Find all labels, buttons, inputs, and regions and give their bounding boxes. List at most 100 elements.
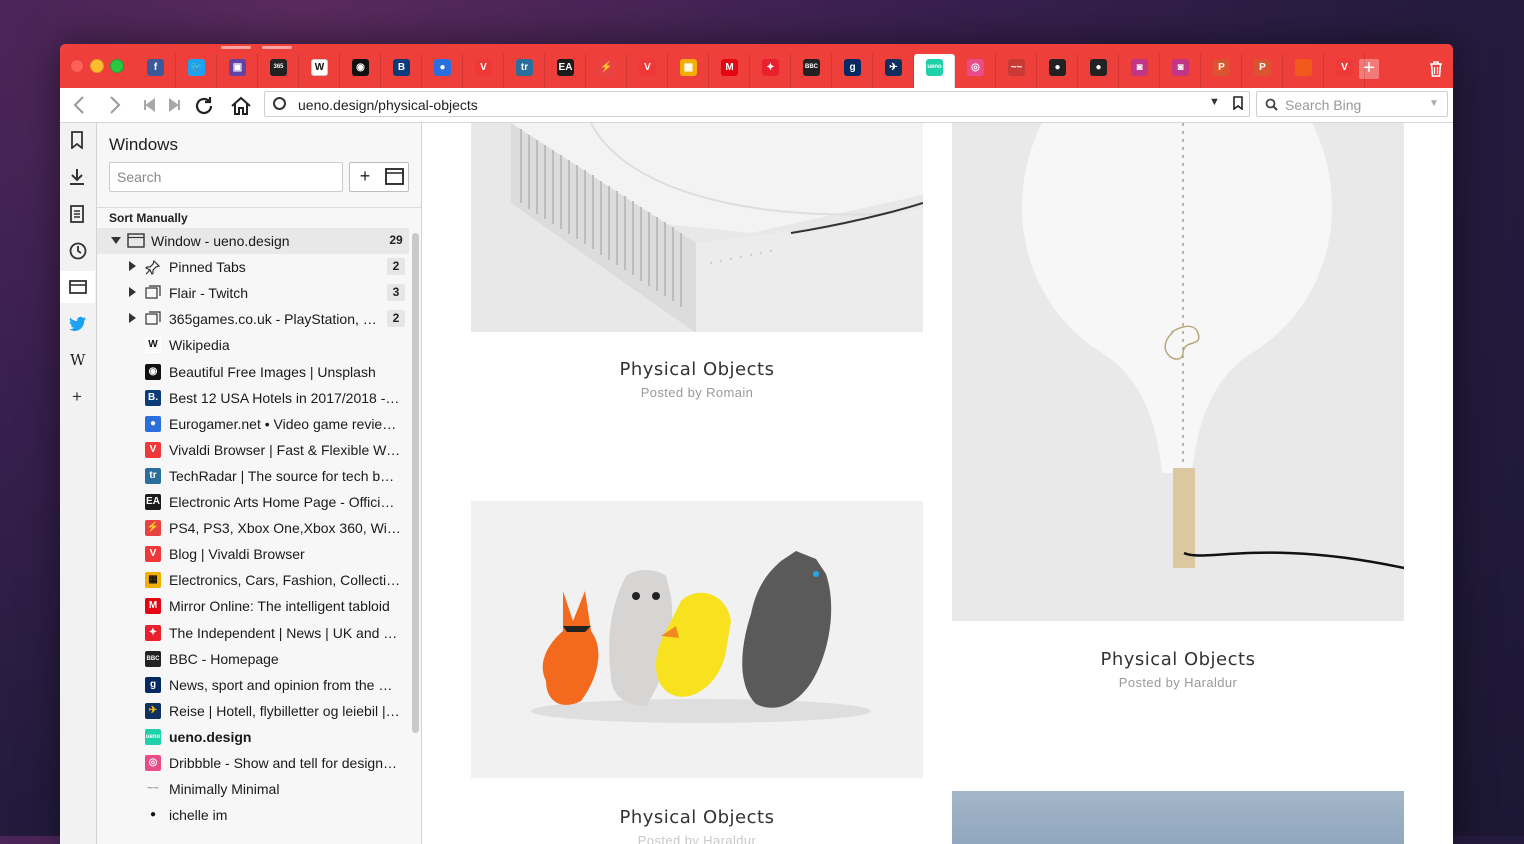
maximize-window-button[interactable] bbox=[110, 59, 124, 73]
collapse-arrow-icon[interactable] bbox=[111, 237, 121, 244]
tab-29[interactable]: V bbox=[1324, 54, 1365, 88]
tab-3[interactable]: 365 bbox=[258, 46, 299, 88]
tab-6[interactable]: B bbox=[381, 54, 422, 88]
tab-row[interactable]: ◎ Dribbble - Show and tell for designers bbox=[97, 750, 409, 776]
speaker-product-image[interactable] bbox=[471, 123, 931, 333]
tab-row[interactable]: M Mirror Online: The intelligent tabloid bbox=[97, 593, 409, 619]
site-info-icon[interactable] bbox=[273, 97, 286, 110]
card-title[interactable]: Physical Objects bbox=[952, 649, 1404, 670]
expand-arrow-icon[interactable] bbox=[129, 313, 136, 324]
tab-group-row[interactable]: 365games.co.uk - PlayStation, Xbox One, … bbox=[97, 306, 409, 332]
tab-11[interactable]: ⚡ bbox=[586, 54, 627, 88]
minimize-window-button[interactable] bbox=[90, 59, 104, 73]
tab-2[interactable]: ▣ bbox=[217, 46, 258, 88]
window-row[interactable]: Window - ueno.design 29 bbox=[97, 228, 409, 254]
card-author[interactable]: Posted by Haraldur bbox=[952, 675, 1404, 690]
tab-4[interactable]: W bbox=[299, 54, 340, 88]
tab-row[interactable]: V Blog | Vivaldi Browser bbox=[97, 541, 409, 567]
downloads-panel-icon[interactable] bbox=[60, 160, 95, 192]
notes-panel-icon[interactable] bbox=[60, 197, 95, 229]
tab-row[interactable]: BBC BBC - Homepage bbox=[97, 646, 409, 672]
tab-18[interactable]: ✈ bbox=[873, 54, 914, 88]
lamp-product-image[interactable] bbox=[952, 123, 1405, 621]
tab-row[interactable]: ● ichelle im bbox=[97, 802, 409, 828]
home-icon[interactable] bbox=[230, 95, 252, 115]
expand-arrow-icon[interactable] bbox=[129, 261, 136, 272]
tab-21[interactable]: ~~ bbox=[996, 54, 1037, 88]
plush-toys-image[interactable] bbox=[471, 501, 923, 778]
url-text[interactable]: ueno.design/physical-objects bbox=[298, 97, 478, 113]
tab-row[interactable]: ▦ Electronics, Cars, Fashion, Collectible… bbox=[97, 567, 409, 593]
panel-search-input[interactable] bbox=[117, 169, 337, 185]
tab-row[interactable]: ⚡ PS4, PS3, Xbox One,Xbox 360, Wii, PC Ga… bbox=[97, 515, 409, 541]
tab-12[interactable]: V bbox=[627, 54, 668, 88]
add-web-panel-button[interactable]: + bbox=[60, 382, 95, 414]
tab-row[interactable]: W Wikipedia bbox=[97, 332, 409, 358]
tab-row[interactable]: g News, sport and opinion from the Guardi… bbox=[97, 672, 409, 698]
tab-19[interactable]: ueno bbox=[914, 54, 955, 88]
forward-button[interactable] bbox=[104, 95, 126, 115]
tab-13[interactable]: ▦ bbox=[668, 54, 709, 88]
card-title[interactable]: Physical Objects bbox=[471, 807, 923, 828]
tab-27[interactable]: P bbox=[1242, 54, 1283, 88]
tab-16[interactable]: BBC bbox=[791, 54, 832, 88]
bookmarks-panel-icon[interactable] bbox=[60, 123, 95, 155]
tab-row[interactable]: ✦ The Independent | News | UK and World N… bbox=[97, 620, 409, 646]
card-author[interactable]: Posted by Romain bbox=[471, 385, 923, 400]
panel-search-field[interactable] bbox=[109, 162, 343, 192]
wikipedia-icon: W bbox=[311, 59, 328, 76]
tab-10[interactable]: EA bbox=[545, 54, 586, 88]
url-dropdown-icon[interactable]: ▼ bbox=[1209, 96, 1220, 108]
trash-icon[interactable] bbox=[1427, 60, 1445, 78]
history-panel-icon[interactable] bbox=[60, 234, 95, 266]
tab-22[interactable]: ● bbox=[1037, 54, 1078, 88]
tab-23[interactable]: ● bbox=[1078, 54, 1119, 88]
window-view-icon[interactable] bbox=[380, 163, 409, 191]
card-title[interactable]: Physical Objects bbox=[471, 359, 923, 380]
tab-group-row[interactable]: Flair - Twitch 3 bbox=[97, 280, 409, 306]
tab-row[interactable]: ✈ Reise | Hotell, flybilletter og leiebil… bbox=[97, 698, 409, 724]
tab-row[interactable]: ● Eurogamer.net • Video game reviews, new… bbox=[97, 411, 409, 437]
tab-20[interactable]: ◎ bbox=[955, 54, 996, 88]
tab-28[interactable] bbox=[1283, 54, 1324, 88]
tab-row[interactable]: EA Electronic Arts Home Page - Official E… bbox=[97, 489, 409, 515]
bookmark-page-icon[interactable] bbox=[1233, 96, 1243, 111]
fast-forward-button[interactable] bbox=[164, 95, 186, 115]
tab-row[interactable]: V Vivaldi Browser | Fast & Flexible Web B… bbox=[97, 437, 409, 463]
panel-scrollbar[interactable] bbox=[412, 233, 419, 733]
rewind-button[interactable] bbox=[138, 95, 160, 115]
tab-8[interactable]: V bbox=[463, 54, 504, 88]
back-button[interactable] bbox=[68, 95, 90, 115]
tab-14[interactable]: M bbox=[709, 54, 750, 88]
expand-arrow-icon[interactable] bbox=[129, 287, 136, 298]
url-field[interactable]: ueno.design/physical-objects ▼ bbox=[264, 91, 1250, 117]
wikipedia-panel-icon[interactable]: W bbox=[60, 345, 95, 377]
close-window-button[interactable] bbox=[70, 59, 84, 73]
tab-row[interactable]: ~~ Minimally Minimal bbox=[97, 776, 409, 802]
reload-icon[interactable] bbox=[193, 95, 215, 115]
sort-order-label[interactable]: Sort Manually bbox=[109, 211, 188, 225]
tab-26[interactable]: P bbox=[1201, 54, 1242, 88]
twitter-panel-icon[interactable] bbox=[60, 308, 95, 340]
new-window-button[interactable]: + bbox=[350, 163, 380, 191]
search-placeholder[interactable]: Search Bing bbox=[1285, 97, 1361, 113]
tab-0[interactable]: f bbox=[135, 54, 176, 88]
tab-row[interactable]: ueno ueno.design bbox=[97, 724, 409, 750]
sky-product-image[interactable] bbox=[952, 791, 1404, 844]
tab-row[interactable]: ◉ Beautiful Free Images | Unsplash bbox=[97, 359, 409, 385]
tab-row[interactable]: B. Best 12 USA Hotels in 2017/2018 - Book… bbox=[97, 385, 409, 411]
tab-9[interactable]: tr bbox=[504, 54, 545, 88]
tab-1[interactable]: 🐦 bbox=[176, 54, 217, 88]
tab-row[interactable]: tr TechRadar | The source for tech buying… bbox=[97, 463, 409, 489]
search-engine-dropdown-icon[interactable]: ▼ bbox=[1429, 98, 1439, 109]
tab-15[interactable]: ✦ bbox=[750, 54, 791, 88]
card-author[interactable]: Posted by Haraldur bbox=[471, 833, 923, 844]
tab-17[interactable]: g bbox=[832, 54, 873, 88]
windows-panel-icon[interactable] bbox=[60, 271, 95, 303]
tab-24[interactable]: ◙ bbox=[1119, 54, 1160, 88]
tab-5[interactable]: ◉ bbox=[340, 54, 381, 88]
search-engine-field[interactable]: Search Bing ▼ bbox=[1256, 91, 1448, 117]
tab-group-row[interactable]: Pinned Tabs 2 bbox=[97, 254, 409, 280]
tab-7[interactable]: ● bbox=[422, 54, 463, 88]
tab-25[interactable]: ◙ bbox=[1160, 54, 1201, 88]
